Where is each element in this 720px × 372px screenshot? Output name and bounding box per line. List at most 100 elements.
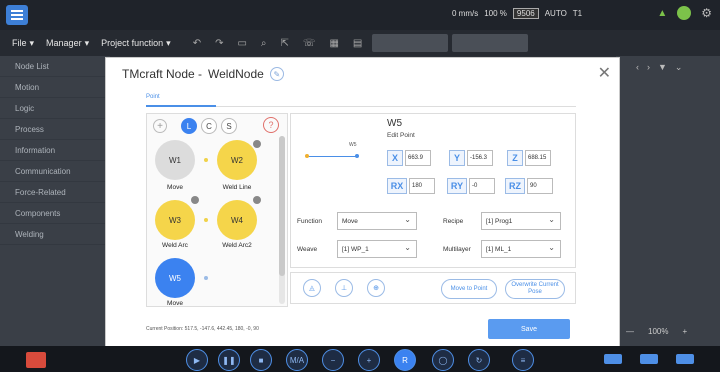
motion-item[interactable]: Motion — [0, 77, 110, 98]
node-w3-label: Weld Arc — [162, 242, 188, 249]
rz-input[interactable]: 90 — [527, 178, 553, 194]
tcp-icon[interactable]: ⊕ — [367, 279, 385, 297]
chevron-down-icon: ▾ — [84, 37, 90, 48]
node-list-item[interactable]: Node List — [0, 56, 110, 77]
weave-select[interactable]: [1] WP_1 ⌄ — [337, 240, 417, 258]
speed-status: 0 mm/s 100 % 9506 AUTO T1 — [452, 8, 582, 19]
battery-icon[interactable] — [640, 354, 658, 364]
move-to-point-button[interactable]: Move to Point — [441, 279, 497, 299]
redo-icon[interactable]: ↷ — [215, 38, 223, 49]
ry-input[interactable]: -0 — [469, 178, 495, 194]
settings-icon[interactable]: ⚙ — [701, 6, 712, 20]
overwrite-current-pose-button[interactable]: Overwrite Current Pose — [505, 279, 565, 299]
pause-icon[interactable]: ❚❚ — [218, 349, 240, 371]
stop-program-icon[interactable]: ■ — [250, 349, 272, 371]
multilayer-select[interactable]: [1] ML_1 ⌄ — [481, 240, 561, 258]
node-list-scrollbar[interactable] — [279, 136, 285, 304]
chat-icon[interactable]: ☏ — [303, 38, 316, 49]
chevron-down-icon[interactable]: ⌄ — [675, 62, 683, 73]
logic-item[interactable]: Logic — [0, 98, 110, 119]
link-dot — [204, 218, 208, 222]
node-w4-marker — [253, 196, 261, 204]
chevron-down-icon: ⌄ — [404, 215, 411, 224]
point-name: W5 — [387, 118, 402, 129]
x-field: X 663.9 — [387, 150, 431, 166]
scroll-thumb[interactable] — [279, 136, 285, 276]
next-icon[interactable]: › — [647, 62, 650, 73]
node-w3[interactable]: W3 — [155, 200, 195, 240]
project-function-menu[interactable]: Project function ▾ — [101, 38, 171, 49]
frame-icon[interactable]: ▭ — [237, 38, 246, 49]
teach-point-icon[interactable]: ◬ — [303, 279, 321, 297]
robot-status-icon[interactable] — [604, 354, 622, 364]
node-w4[interactable]: W4 — [217, 200, 257, 240]
close-icon[interactable]: ✕ — [598, 63, 611, 83]
prev-icon[interactable]: ‹ — [636, 62, 639, 73]
add-node-icon[interactable]: + — [153, 119, 167, 133]
l-toggle[interactable]: L — [181, 118, 197, 134]
t-label: T1 — [572, 9, 583, 18]
communication-item[interactable]: Communication — [0, 161, 110, 182]
r-button[interactable]: R — [394, 349, 416, 371]
right-nav: ‹ › ▼ ⌄ — [616, 56, 720, 73]
recipe-select[interactable]: [1] Prog1 ⌄ — [481, 212, 561, 230]
grid-icon[interactable]: ▦ — [329, 38, 338, 49]
refresh-icon[interactable]: ↻ — [468, 349, 490, 371]
c-toggle[interactable]: C — [201, 118, 217, 134]
rz-field: RZ 90 — [505, 178, 553, 194]
node-w2-label: Weld Line — [222, 184, 252, 191]
zoom-out-icon[interactable]: — — [626, 327, 634, 336]
save-button[interactable]: Save — [488, 319, 570, 339]
list-icon[interactable]: ≡ — [512, 349, 534, 371]
node-w1-id: W1 — [169, 155, 181, 165]
top-bar: 0 mm/s 100 % 9506 AUTO T1 ▲ ⚙ — [0, 0, 720, 30]
chevron-down-icon: ⌄ — [548, 243, 555, 252]
node-w2[interactable]: W2 — [217, 140, 257, 180]
stop-icon[interactable] — [26, 352, 46, 368]
path-preview — [305, 154, 359, 158]
components-item[interactable]: Components — [0, 203, 110, 224]
right-panel: ‹ › ▼ ⌄ — 100% + — [616, 56, 720, 346]
current-position: Current Position: 517.5, -147.6, 442.45,… — [146, 326, 259, 332]
project-function-label: Project function — [101, 38, 164, 48]
node-w5[interactable]: W5 — [155, 258, 195, 298]
z-label: Z — [507, 150, 523, 166]
function-select[interactable]: Move ⌄ — [337, 212, 417, 230]
coordinate-frame-icon[interactable]: ⊥ — [335, 279, 353, 297]
weave-label: Weave — [297, 246, 318, 253]
force-related-item[interactable]: Force-Related — [0, 182, 110, 203]
node-w4-id: W4 — [231, 215, 243, 225]
node-w1[interactable]: W1 — [155, 140, 195, 180]
undo-icon[interactable]: ↶ — [193, 38, 201, 49]
record-icon[interactable]: ◯ — [432, 349, 454, 371]
manual-auto-icon[interactable]: M/A — [286, 349, 308, 371]
z-input[interactable]: 688.15 — [525, 150, 551, 166]
layout-icon[interactable]: ▤ — [353, 38, 362, 49]
information-item[interactable]: Information — [0, 140, 110, 161]
plus-icon[interactable]: + — [358, 349, 380, 371]
rx-label: RX — [387, 178, 407, 194]
manager-menu[interactable]: Manager ▾ — [46, 38, 89, 49]
project-dropdown[interactable] — [372, 34, 449, 52]
s-toggle[interactable]: S — [221, 118, 237, 134]
keyboard-icon[interactable] — [676, 354, 694, 364]
function-value: Move — [342, 217, 358, 225]
minus-icon[interactable]: − — [322, 349, 344, 371]
y-input[interactable]: -156.3 — [467, 150, 493, 166]
filter-icon[interactable]: ▼ — [658, 62, 667, 73]
help-icon[interactable]: ? — [263, 117, 279, 133]
bottom-right-icons — [604, 354, 694, 364]
rx-input[interactable]: 180 — [409, 178, 435, 194]
status-dropdown[interactable] — [452, 34, 529, 52]
search-icon[interactable]: ⌕ — [261, 38, 267, 49]
play-icon[interactable]: ▶ — [186, 349, 208, 371]
export-icon[interactable]: ⇱ — [281, 38, 289, 49]
x-input[interactable]: 663.9 — [405, 150, 431, 166]
x-label: X — [387, 150, 403, 166]
process-item[interactable]: Process — [0, 119, 110, 140]
file-menu[interactable]: File ▾ — [12, 38, 34, 49]
welding-item[interactable]: Welding — [0, 224, 110, 245]
menu-button[interactable] — [6, 5, 28, 25]
zoom-in-icon[interactable]: + — [682, 327, 687, 336]
edit-name-icon[interactable]: ✎ — [269, 67, 284, 81]
